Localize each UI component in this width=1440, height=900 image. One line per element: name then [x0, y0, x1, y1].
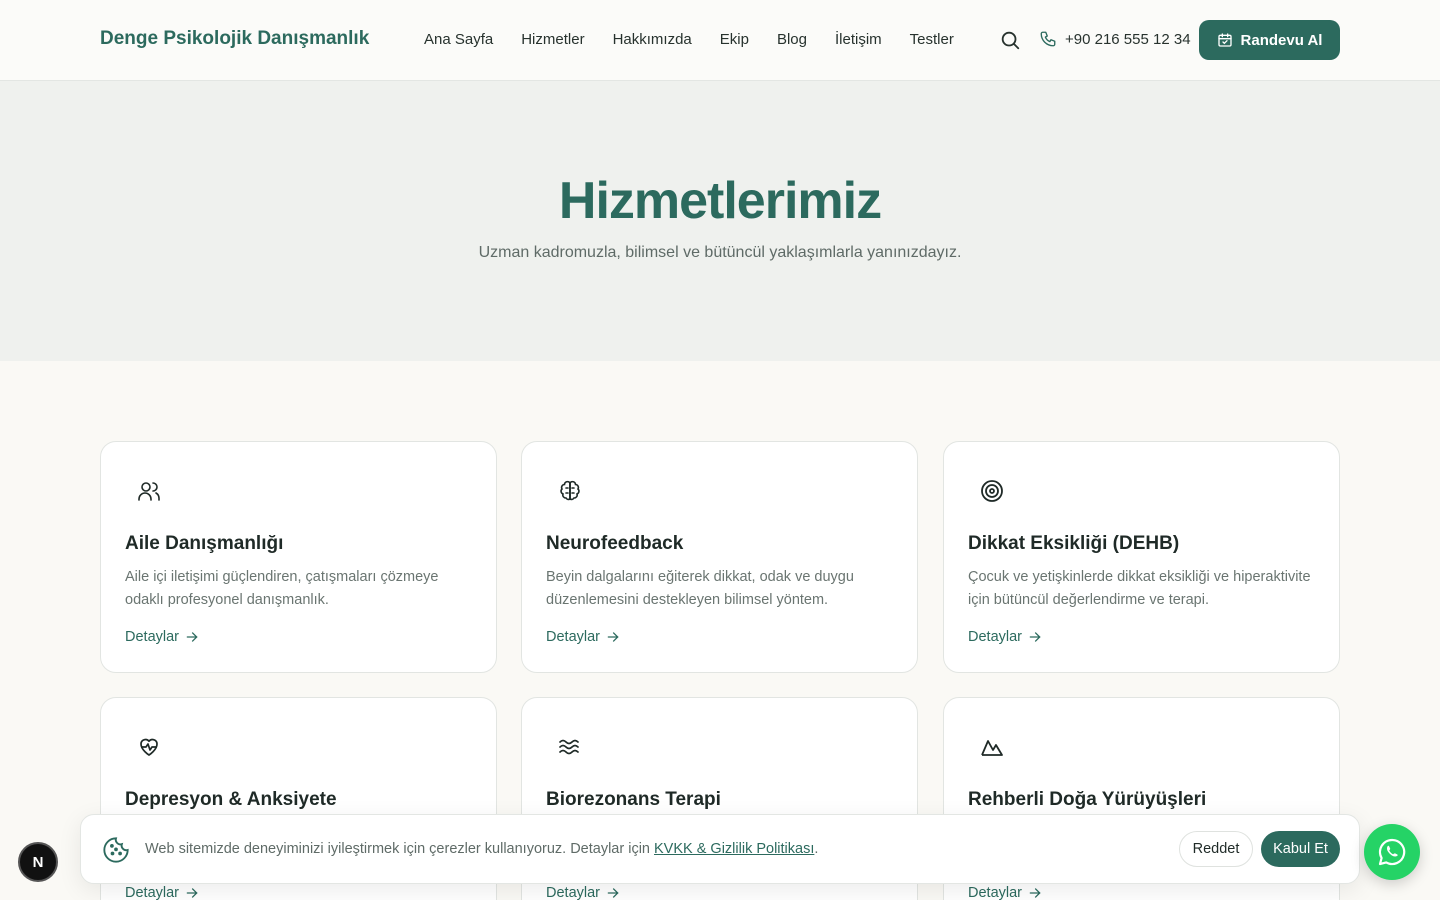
service-title: Aile Danışmanlığı	[125, 533, 284, 554]
waves-icon	[559, 739, 579, 755]
service-card-neurofeedback[interactable]: Neurofeedback Beyin dalgalarını eğiterek…	[521, 441, 918, 673]
page-title: Hizmetlerimiz	[558, 172, 882, 230]
arrow-right-icon	[607, 632, 619, 642]
arrow-right-icon	[1029, 632, 1041, 642]
arrow-right-icon	[186, 888, 198, 898]
service-desc: Aile içi iletişimi güçlendiren, çatışmal…	[125, 569, 439, 608]
details-label: Detaylar	[968, 629, 1022, 645]
nav-item-home[interactable]: Ana Sayfa	[424, 31, 493, 48]
hero-section: Hizmetlerimiz Uzman kadromuzla, bilimsel…	[0, 81, 1440, 361]
brain-icon	[560, 480, 580, 501]
privacy-policy-link[interactable]: KVKK & Gizlilik Politikası	[654, 841, 814, 857]
service-desc: Çocuk ve yetişkinlerde dikkat eksikliği …	[968, 569, 1311, 608]
service-title: Neurofeedback	[546, 533, 684, 554]
nav-item-services[interactable]: Hizmetler	[521, 31, 584, 48]
cookie-icon	[103, 837, 129, 863]
cookie-suffix: .	[814, 841, 819, 857]
nav-item-contact[interactable]: İletişim	[835, 31, 882, 48]
dev-badge[interactable]: N	[18, 842, 58, 882]
arrow-right-icon	[186, 632, 198, 642]
service-title: Dikkat Eksikliği (DEHB)	[968, 533, 1180, 554]
brand-logo[interactable]: Denge Psikolojik Danışmanlık	[100, 28, 369, 50]
details-link[interactable]: Detaylar	[546, 885, 620, 900]
nav-item-team[interactable]: Ekip	[720, 31, 749, 48]
service-card-family[interactable]: Aile Danışmanlığı Aile içi iletişimi güç…	[100, 441, 497, 673]
users-icon	[138, 482, 160, 501]
phone-number: +90 216 555 12 34	[1065, 30, 1191, 48]
details-label: Detaylar	[546, 885, 600, 900]
site-header: Denge Psikolojik Danışmanlık Ana Sayfa H…	[0, 0, 1440, 81]
nav-item-about[interactable]: Hakkımızda	[613, 31, 692, 48]
cookie-banner: Web sitemizde deneyiminizi iyileştirmek …	[80, 814, 1360, 884]
appointment-button[interactable]: Randevu Al	[1199, 20, 1340, 60]
main-nav: Ana Sayfa Hizmetler Hakkımızda Ekip Blog…	[424, 31, 954, 48]
search-icon[interactable]	[999, 29, 1021, 51]
appointment-label: Randevu Al	[1240, 31, 1323, 49]
details-link[interactable]: Detaylar	[125, 885, 199, 900]
service-title: Depresyon & Anksiyete	[125, 789, 337, 810]
page-subtitle: Uzman kadromuzla, bilimsel ve bütüncül y…	[478, 244, 962, 261]
details-label: Detaylar	[125, 885, 179, 900]
details-label: Detaylar	[968, 885, 1022, 900]
details-link[interactable]: Detaylar	[968, 629, 1042, 645]
calendar-check-icon	[1217, 33, 1232, 47]
details-label: Detaylar	[546, 629, 600, 645]
target-icon	[981, 480, 1003, 502]
service-title: Biorezonans Terapi	[546, 789, 721, 810]
nav-item-blog[interactable]: Blog	[777, 31, 807, 48]
reject-cookies-button[interactable]: Reddet	[1179, 831, 1253, 867]
arrow-right-icon	[607, 888, 619, 898]
service-card-adhd[interactable]: Dikkat Eksikliği (DEHB) Çocuk ve yetişki…	[943, 441, 1340, 673]
phone-link[interactable]: +90 216 555 12 34	[1039, 30, 1191, 48]
accept-cookies-button[interactable]: Kabul Et	[1261, 831, 1340, 867]
whatsapp-icon	[1378, 838, 1406, 866]
service-desc: Beyin dalgalarını eğiterek dikkat, odak …	[546, 569, 854, 608]
arrow-right-icon	[1029, 888, 1041, 898]
cookie-message: Web sitemizde deneyiminizi iyileştirmek …	[145, 841, 655, 857]
whatsapp-button[interactable]	[1364, 824, 1420, 880]
mountain-icon	[981, 740, 1003, 756]
heart-pulse-icon	[140, 738, 158, 756]
cookie-text: Web sitemizde deneyiminizi iyileştirmek …	[145, 841, 818, 857]
details-link[interactable]: Detaylar	[968, 885, 1042, 900]
service-title: Rehberli Doğa Yürüyüşleri	[968, 789, 1207, 810]
nav-item-tests[interactable]: Testler	[910, 31, 954, 48]
details-link[interactable]: Detaylar	[546, 629, 620, 645]
phone-icon	[1040, 31, 1056, 47]
details-label: Detaylar	[125, 629, 179, 645]
details-link[interactable]: Detaylar	[125, 629, 199, 645]
